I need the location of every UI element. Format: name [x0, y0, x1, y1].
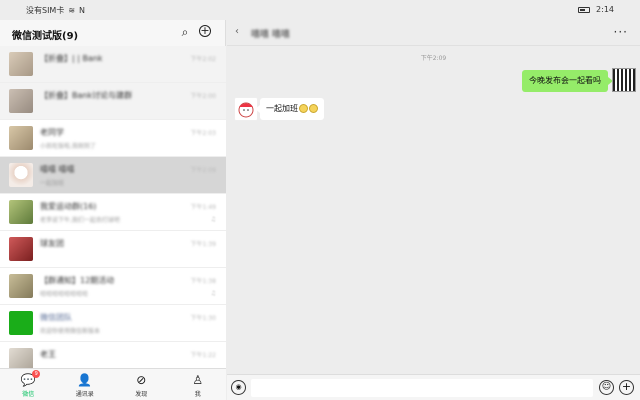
carrier-text: 没有SIM卡 — [26, 6, 65, 15]
outgoing-message[interactable]: 今晚发布会一起看吗 — [522, 70, 613, 92]
tab-me[interactable]: ♙ 我 — [170, 369, 227, 400]
mute-icon: ♫ — [210, 216, 216, 223]
chat-name: 老王 — [40, 350, 56, 359]
chat-item[interactable]: 老同学 小凯吃饭啦,我刚到了 下午2:03 — [0, 120, 226, 157]
tab-label: 发现 — [135, 391, 148, 398]
chat-time: 下午2:02 — [190, 56, 216, 63]
chat-preview: 一起加班 — [40, 180, 65, 187]
chat-item[interactable]: 嘻嘻 嘻嘻 一起加班 下午2:09 — [0, 157, 226, 194]
avatar — [9, 200, 33, 224]
chat-name: 老同学 — [40, 128, 64, 137]
cartoon-avatar-icon — [238, 102, 254, 118]
tab-contacts[interactable]: 👤 通讯录 — [57, 369, 114, 400]
avatar — [9, 237, 33, 261]
conversation-title: 嘻嘻 嘻嘻 — [251, 30, 290, 40]
message-input[interactable] — [251, 379, 593, 397]
chat-name: 【群通知】12期活动 — [40, 276, 115, 285]
chat-item[interactable]: 老王 下午1:22 — [0, 342, 226, 368]
avatar — [9, 52, 33, 76]
conversation-header: ‹ 嘻嘻 嘻嘻 ··· — [227, 20, 640, 46]
chat-item[interactable]: 微信团队 欢迎你使用微信新版本 下午1:30 — [0, 305, 226, 342]
chat-name: 嘻嘻 嘻嘻 — [40, 165, 75, 174]
status-bar: 没有SIM卡 ≋ N 2:14 — [0, 0, 640, 20]
input-bar: ◉ ☺ + — [227, 374, 640, 400]
avatar — [9, 89, 33, 113]
tab-label: 通讯录 — [75, 391, 94, 398]
chat-time: 下午2:03 — [190, 130, 216, 137]
chat-list-pane: 微信测试版(9) ⌕ + 【折叠】| | Bank 下午2:02 【折叠】Ban… — [0, 20, 226, 400]
compass-icon: ⊘ — [136, 373, 147, 387]
avatar — [9, 163, 33, 187]
avatar — [9, 126, 33, 150]
wifi-icon: ≋ — [68, 6, 76, 15]
conversation-pane: ‹ 嘻嘻 嘻嘻 ··· 下午2:09 今晚发布会一起看吗 一起加班 ◉ ☺ + — [227, 20, 640, 400]
app-title: 微信测试版(9) — [12, 31, 79, 42]
chat-time: 下午1:39 — [190, 241, 216, 248]
chat-name: 【折叠】Bank讨论与建群 — [40, 91, 133, 100]
person-icon: ♙ — [192, 373, 204, 387]
tab-label: 微信 — [22, 391, 35, 398]
plus-icon[interactable]: + — [619, 380, 634, 395]
chat-list: 【折叠】| | Bank 下午2:02 【折叠】Bank讨论与建群 下午2:00… — [0, 46, 226, 368]
chat-time: 下午1:22 — [190, 352, 216, 359]
chat-preview: 欢迎你使用微信新版本 — [40, 328, 101, 335]
mute-icon: ♫ — [210, 290, 216, 297]
search-icon[interactable]: ⌕ — [178, 25, 192, 39]
more-icon[interactable]: ··· — [614, 25, 628, 39]
avatar — [9, 348, 33, 368]
contacts-icon: 👤 — [77, 373, 93, 387]
message-text: 一起加班 — [266, 104, 298, 113]
bottom-nav: 💬 9 微信 👤 通讯录 ⊘ 发现 ♙ 我 — [0, 368, 226, 400]
voice-icon[interactable]: ◉ — [231, 380, 246, 395]
chat-preview: 小凯吃饭啦,我刚到了 — [40, 143, 96, 150]
chat-name: 我爱运动群(16) — [40, 202, 97, 211]
chat-name: 【折叠】| | Bank — [40, 54, 103, 63]
chat-time: 下午1:38 — [190, 278, 216, 285]
unread-badge: 9 — [32, 370, 41, 378]
tab-chats[interactable]: 💬 9 微信 — [0, 369, 57, 400]
chat-item[interactable]: 我爱运动群(16) 老李说下午,我们一起去打球吧 下午1:49 ♫ — [0, 194, 226, 231]
emoji-icon — [299, 104, 308, 113]
chat-time: 下午2:00 — [190, 93, 216, 100]
tab-discover[interactable]: ⊘ 发现 — [113, 369, 170, 400]
chat-item[interactable]: 【折叠】Bank讨论与建群 下午2:00 — [0, 83, 226, 120]
add-icon[interactable]: + — [199, 25, 211, 37]
battery-icon — [578, 6, 591, 13]
chat-preview: 老李说下午,我们一起去打球吧 — [40, 217, 120, 224]
tab-label: 我 — [194, 391, 201, 398]
avatar — [9, 311, 33, 335]
emoji-picker-icon[interactable]: ☺ — [599, 380, 614, 395]
chat-time: 下午2:09 — [190, 167, 216, 174]
clock-time: 2:14 — [596, 5, 614, 14]
chat-name: 微信团队 — [40, 313, 72, 322]
time-divider: 下午2:09 — [420, 55, 447, 62]
back-icon[interactable]: ‹ — [235, 26, 239, 37]
chat-time: 下午1:49 — [190, 204, 216, 211]
chat-name: 球友团 — [40, 239, 64, 248]
avatar — [9, 274, 33, 298]
chat-item[interactable]: 球友团 下午1:39 — [0, 231, 226, 268]
nfc-icon: N — [79, 6, 86, 15]
incoming-message[interactable]: 一起加班 — [255, 98, 324, 120]
my-avatar[interactable] — [612, 68, 636, 92]
chat-list-header: 微信测试版(9) ⌕ + — [0, 20, 225, 46]
chat-item[interactable]: 【折叠】| | Bank 下午2:02 — [0, 46, 226, 83]
chat-preview: 哈哈哈哈哈哈哈哈 — [40, 291, 89, 298]
chat-item[interactable]: 【群通知】12期活动 哈哈哈哈哈哈哈哈 下午1:38 ♫ — [0, 268, 226, 305]
chat-time: 下午1:30 — [190, 315, 216, 322]
emoji-icon — [309, 104, 318, 113]
